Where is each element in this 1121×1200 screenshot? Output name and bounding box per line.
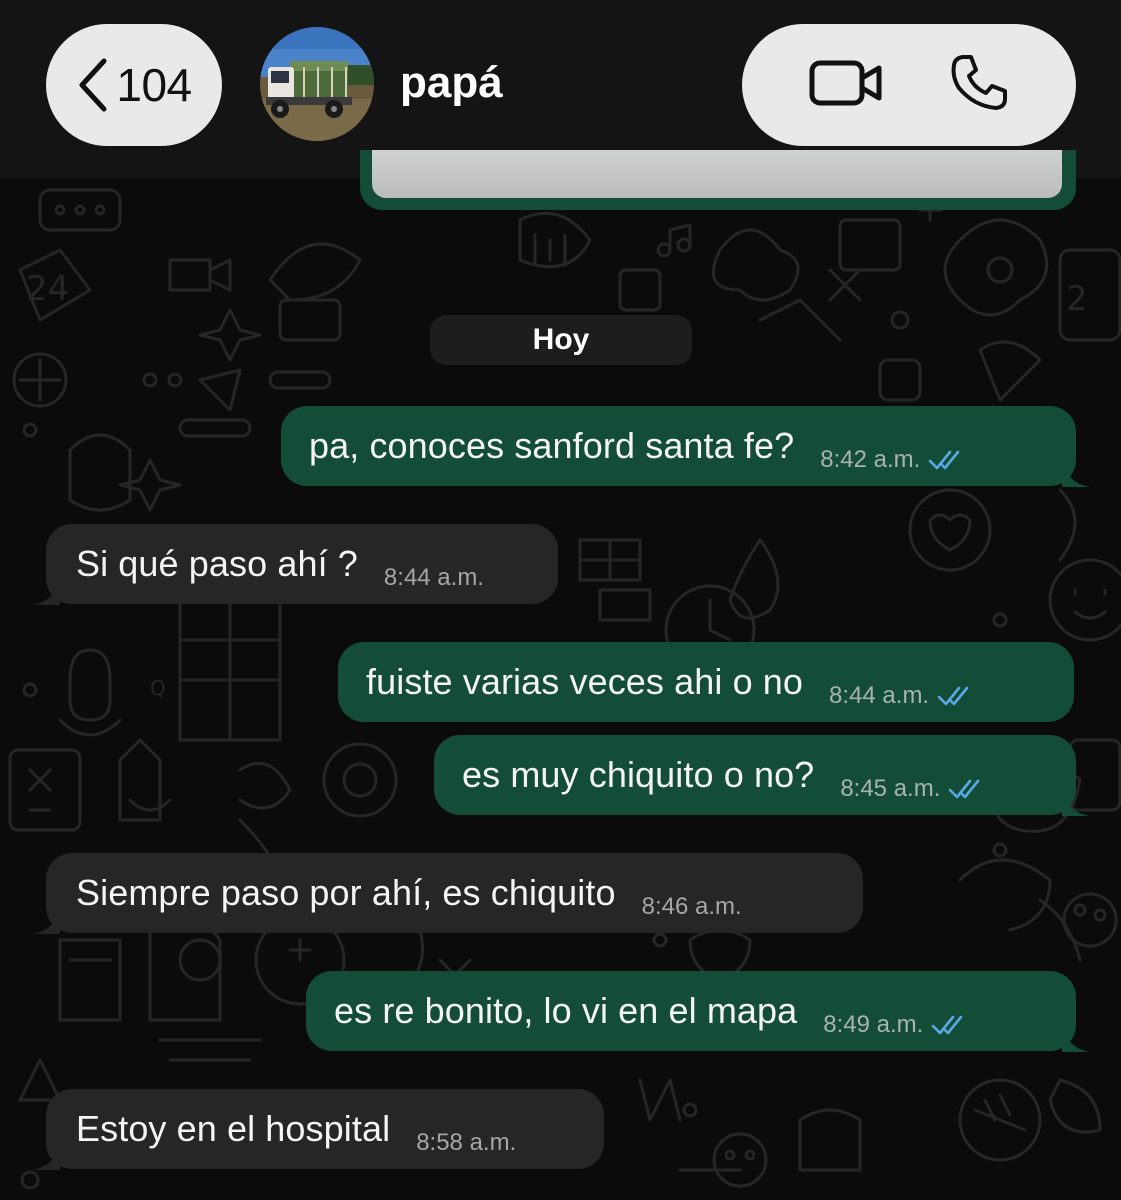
chevron-left-icon: [79, 58, 107, 112]
bubble-tail: [32, 906, 60, 934]
date-separator: Hoy: [430, 315, 692, 365]
message-text: pa, conoces sanford santa fe?: [309, 425, 795, 466]
voice-call-button[interactable]: [949, 53, 1009, 118]
double-check-read-icon: [928, 450, 960, 470]
message-time: 8:46 a.m.: [641, 893, 742, 920]
message-bubble-incoming[interactable]: Siempre paso por ahí, es chiquito 8:46 a…: [32, 853, 863, 934]
message-bubble-outgoing[interactable]: pa, conoces sanford santa fe? 8:42 a.m.: [281, 406, 1090, 487]
double-check-read-icon: [937, 686, 969, 706]
contact-name[interactable]: papá: [400, 58, 503, 108]
truck-photo-avatar: [260, 27, 374, 141]
avatar[interactable]: [260, 27, 374, 141]
svg-text:2: 2: [1066, 279, 1088, 319]
message-bubble-outgoing[interactable]: es re bonito, lo vi en el mapa 8:49 a.m.: [306, 971, 1090, 1052]
message-text: es muy chiquito o no?: [462, 754, 815, 795]
call-actions: [742, 24, 1076, 146]
message-time: 8:49 a.m.: [823, 1011, 924, 1038]
message-time: 8:42 a.m.: [820, 446, 921, 473]
video-camera-icon: [809, 60, 882, 105]
bubble-tail: [1062, 1024, 1090, 1052]
previous-message-image: [372, 150, 1062, 198]
message-bubble-outgoing[interactable]: es muy chiquito o no? 8:45 a.m.: [434, 735, 1090, 816]
message-text: fuiste varias veces ahi o no: [366, 661, 804, 702]
bubble-tail: [1062, 459, 1090, 487]
unread-count: 104: [116, 59, 192, 111]
bubble-tail: [1062, 788, 1090, 816]
chat-screen: 24 2 Q 104 papá Hoy pa, conoces sanford …: [0, 0, 1121, 1200]
phone-icon: [951, 54, 1007, 110]
message-bubble-incoming[interactable]: Si qué paso ahí ? 8:44 a.m.: [32, 524, 558, 605]
video-call-button[interactable]: [809, 58, 883, 113]
bubble-tail: [32, 577, 60, 605]
message-time: 8:58 a.m.: [416, 1129, 517, 1156]
svg-text:24: 24: [26, 269, 69, 309]
bubble-tail: [32, 1142, 60, 1170]
message-text: Siempre paso por ahí, es chiquito: [76, 872, 616, 913]
svg-text:Q: Q: [150, 676, 166, 700]
previous-message-bubble[interactable]: [360, 150, 1076, 210]
message-bubble-outgoing[interactable]: fuiste varias veces ahi o no 8:44 a.m.: [338, 642, 1074, 722]
message-bubble-incoming[interactable]: Estoy en el hospital 8:58 a.m.: [32, 1089, 604, 1170]
back-button[interactable]: 104: [46, 24, 222, 146]
message-time: 8:45 a.m.: [840, 775, 941, 802]
message-time: 8:44 a.m.: [829, 682, 930, 709]
message-time: 8:44 a.m.: [383, 564, 484, 591]
message-text: Si qué paso ahí ?: [76, 543, 358, 584]
double-check-read-icon: [949, 779, 980, 799]
double-check-read-icon: [932, 1015, 963, 1035]
message-text: es re bonito, lo vi en el mapa: [334, 990, 798, 1031]
message-text: Estoy en el hospital: [76, 1108, 391, 1149]
